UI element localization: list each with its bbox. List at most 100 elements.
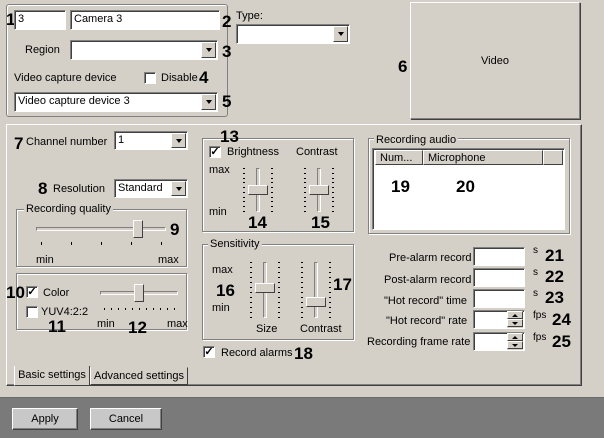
video-preview[interactable]: Video (410, 2, 580, 119)
sens-contrast-track[interactable] (314, 262, 318, 318)
slider-tick (304, 201, 306, 202)
slider-tick (174, 308, 175, 310)
channel-number-select[interactable]: 1 (114, 131, 188, 150)
resolution-label: Resolution (53, 183, 105, 195)
disable-checkbox[interactable] (144, 72, 156, 84)
callout-17: 17 (333, 275, 352, 294)
slider-tick (301, 267, 303, 268)
slider-tick (329, 282, 331, 283)
channel-number-value: 1 (118, 134, 125, 146)
slider-tick (332, 168, 334, 169)
sens-contrast-slider-thumb[interactable] (306, 297, 326, 307)
frame-rate-spinner[interactable] (507, 333, 523, 350)
type-label: Type: (236, 10, 263, 22)
slider-tick (271, 168, 273, 169)
cancel-button[interactable]: Cancel (90, 408, 162, 430)
slider-tick (243, 168, 245, 169)
capture-device-label: Video capture device (14, 72, 117, 84)
slider-tick (243, 211, 245, 212)
slider-tick (271, 197, 273, 198)
slider-tick (250, 277, 252, 278)
callout-22: 22 (545, 267, 564, 286)
audio-col-num-header[interactable]: Num... (375, 150, 423, 165)
slider-tick (278, 317, 280, 318)
hot-time-label: "Hot record" time (384, 295, 467, 307)
image-min-label: min (209, 206, 227, 218)
hot-rate-label: "Hot record" rate (386, 315, 468, 327)
slider-tick (271, 201, 273, 202)
chevron-down-icon[interactable] (333, 26, 348, 42)
audio-col-mic-header[interactable]: Microphone (423, 150, 543, 165)
brightness-checkbox[interactable]: ✓ (209, 146, 221, 158)
slider-tick (332, 197, 334, 198)
spin-down-icon[interactable] (507, 319, 523, 327)
slider-tick (304, 211, 306, 212)
slider-tick (329, 267, 331, 268)
tab-basic-settings[interactable]: Basic settings (14, 366, 90, 386)
quality-min-label: min (36, 254, 54, 266)
slider-tick (250, 302, 252, 303)
spin-down-icon[interactable] (507, 341, 523, 349)
sensitivity-min-label: min (212, 302, 230, 314)
region-select[interactable] (70, 40, 218, 60)
slider-tick (243, 178, 245, 179)
chevron-down-icon[interactable] (171, 133, 186, 148)
slider-tick (271, 211, 273, 212)
prealarm-field[interactable] (473, 247, 525, 266)
size-slider-thumb[interactable] (255, 283, 275, 293)
slider-tick (243, 173, 245, 174)
slider-tick (304, 168, 306, 169)
color-checkbox[interactable]: ✓ (26, 286, 38, 298)
recording-quality-track[interactable] (36, 227, 166, 231)
callout-23: 23 (545, 288, 564, 307)
capture-device-select[interactable]: Video capture device 3 (14, 92, 218, 112)
brightness-label: Brightness (227, 146, 279, 158)
recording-quality-slider-thumb[interactable] (133, 220, 143, 238)
recording-quality-title: Recording quality (24, 203, 113, 215)
slider-tick (278, 297, 280, 298)
callout-15: 15 (311, 213, 330, 232)
tab-advanced-settings[interactable]: Advanced settings (90, 367, 188, 385)
slider-tick (304, 192, 306, 193)
yuv-checkbox[interactable] (26, 306, 38, 318)
apply-button[interactable]: Apply (12, 408, 78, 430)
postalarm-field[interactable] (473, 268, 525, 287)
chevron-down-icon[interactable] (171, 181, 186, 196)
type-select[interactable] (236, 24, 350, 44)
camera-name-field[interactable]: Camera 3 (70, 10, 220, 30)
brightness-slider-thumb[interactable] (248, 185, 268, 195)
audio-col-extra-header[interactable] (543, 150, 563, 165)
recording-audio-title: Recording audio (374, 134, 459, 146)
sensitivity-max-label: max (212, 264, 233, 276)
hot-time-field[interactable] (473, 289, 525, 308)
slider-tick (329, 287, 331, 288)
slider-tick (250, 307, 252, 308)
camera-id-field[interactable]: 3 (14, 10, 66, 30)
spin-up-icon[interactable] (507, 311, 523, 319)
slider-tick (329, 312, 331, 313)
slider-tick (304, 206, 306, 207)
callout-2: 2 (222, 12, 232, 31)
color-label: Color (43, 287, 70, 299)
record-alarms-checkbox[interactable]: ✓ (203, 346, 215, 358)
slider-tick (332, 192, 334, 193)
resolution-select[interactable]: Standard (114, 179, 188, 198)
apply-label: Apply (31, 413, 59, 425)
slider-tick (329, 317, 331, 318)
hot-rate-spinner[interactable] (507, 311, 523, 328)
slider-tick (332, 201, 334, 202)
chevron-down-icon[interactable] (201, 42, 216, 58)
hot-time-unit: s (533, 288, 538, 299)
callout-20: 20 (456, 177, 475, 196)
contrast-slider-thumb[interactable] (309, 185, 329, 195)
audio-col-num-label: Num... (380, 152, 413, 164)
color-slider-thumb[interactable] (134, 284, 144, 302)
slider-tick (139, 308, 140, 310)
spin-up-icon[interactable] (507, 333, 523, 341)
callout-11: 11 (48, 317, 66, 336)
slider-tick (243, 192, 245, 193)
slider-tick (301, 272, 303, 273)
slider-tick (329, 307, 331, 308)
region-label: Region (25, 44, 60, 56)
chevron-down-icon[interactable] (201, 94, 216, 110)
